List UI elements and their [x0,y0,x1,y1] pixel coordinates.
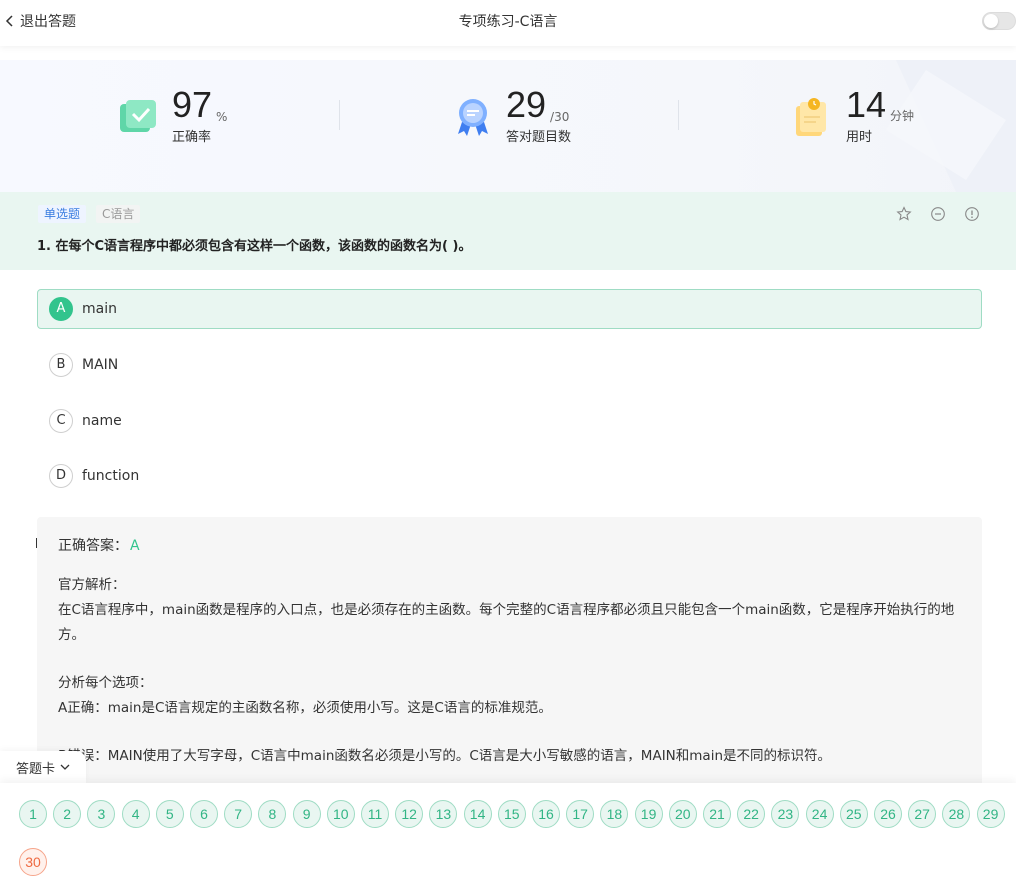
option-text: function [82,468,140,484]
question-number-26[interactable]: 26 [874,800,902,828]
question-number-2[interactable]: 2 [53,800,82,828]
question-number-10[interactable]: 10 [326,800,355,828]
question-number-17[interactable]: 17 [566,800,595,828]
question-number-12[interactable]: 12 [395,800,424,828]
stat-value: 29 [506,84,547,125]
check-card-icon [120,100,156,132]
option-letter: D [49,464,73,488]
question-number-7[interactable]: 7 [224,800,253,828]
option-letter: B [49,353,73,377]
question-number-18[interactable]: 18 [600,800,629,828]
option-d[interactable]: D function [37,456,982,496]
question-number-25[interactable]: 25 [839,800,868,828]
question-number-13[interactable]: 13 [429,800,458,828]
info-circle-icon[interactable] [964,206,980,222]
question-number-29[interactable]: 29 [976,800,1005,828]
question-number-30[interactable]: 30 [19,848,47,876]
top-bar: 退出答题 专项练习-C语言 [0,0,1016,46]
question-number-27[interactable]: 27 [908,800,937,828]
question-number-21[interactable]: 21 [703,800,731,828]
question-number-3[interactable]: 3 [87,800,116,828]
page-title: 专项练习-C语言 [458,14,558,30]
stat-unit: 分钟 [890,109,915,123]
explanation: 官方解析： 在C语言程序中，main函数是程序的入口点，也是必须存在的主函数。每… [58,573,963,769]
stat-time: 14 分钟 用时 [792,86,914,145]
answer-card-toggle[interactable]: 答题卡 [0,751,86,783]
question-text: 1. 在每个C语言程序中都必须包含有这样一个函数，该函数的函数名为( )。 [37,239,472,254]
minus-circle-icon[interactable] [930,206,946,222]
option-letter: A [49,297,73,321]
question-header: 单选题 C语言 1. 在每个C语言程序中都必须包含有这样一个函数，该函数的函数名… [0,192,1016,270]
stat-accuracy: 97% 正确率 [118,86,227,145]
correct-answer-label: 正确答案： [58,538,128,554]
stat-unit: /30 [550,110,570,124]
clock-clipboard-icon [796,98,826,136]
question-number-8[interactable]: 8 [258,800,287,828]
analysis-panel: 正确答案： A 官方解析： 在C语言程序中，main函数是程序的入口点，也是必须存… [37,517,982,787]
question-number-28[interactable]: 28 [942,800,971,828]
option-text: name [82,413,122,429]
answer-card: 答题卡 1 2 3 4 5 6 7 8 9 10 11 12 13 14 15 16 17 18 19 20 21 22 2… [0,751,1016,896]
question-number-1[interactable]: 1 [19,800,47,828]
question-number-20[interactable]: 20 [668,800,697,828]
question-type-tag: 单选题 [38,205,87,223]
mode-toggle[interactable] [982,12,1016,30]
options-title: 分析每个选项： [58,675,153,691]
official-text: 在C语言程序中，main函数是程序的入口点，也是必须存在的主函数。每个完整的C语… [58,602,955,643]
question-number-22[interactable]: 22 [737,800,766,828]
option-b[interactable]: B MAIN [37,345,982,385]
question-number-5[interactable]: 5 [155,800,184,828]
divider [339,100,340,130]
option-a-analysis: A正确：main是C语言规定的主函数名称，必须使用小写。这是C语言的标准规范。 [58,700,552,716]
option-text: main [82,301,117,317]
stat-label: 正确率 [172,130,212,145]
question-number-16[interactable]: 16 [532,800,560,828]
question-number-19[interactable]: 19 [634,800,663,828]
question-number-15[interactable]: 15 [497,800,526,828]
question-number-4[interactable]: 4 [121,800,150,828]
option-text: MAIN [82,357,119,373]
stat-label: 答对题目数 [506,130,572,145]
toggle-knob [984,14,998,28]
stat-label: 用时 [846,130,873,145]
divider [678,100,679,130]
answer-card-panel: 1 2 3 4 5 6 7 8 9 10 11 12 13 14 15 16 17 18 19 20 21 22 23 24 2… [0,783,1016,896]
stat-unit: % [216,110,228,124]
stat-value: 14 [846,84,887,125]
question-number-23[interactable]: 23 [771,800,800,828]
correct-answer-row: 正确答案： A [58,535,140,555]
question-category-tag: C语言 [96,205,141,223]
chevron-down-icon [60,764,70,770]
stats-band: 97% 正确率 29/30 答对题目数 14 分钟 用时 [0,60,1016,192]
question-number-14[interactable]: 14 [463,800,492,828]
option-c[interactable]: C name [37,401,982,441]
question-number-6[interactable]: 6 [190,800,218,828]
stat-correct-count: 29/30 答对题目数 [452,86,571,145]
stat-value: 97 [172,84,213,125]
star-icon[interactable] [896,206,912,222]
ribbon-badge-icon [458,99,488,136]
question-number-24[interactable]: 24 [805,800,834,828]
answer-card-label: 答题卡 [16,761,56,777]
question-number-9[interactable]: 9 [292,800,321,828]
question-actions [896,206,980,222]
question-number-11[interactable]: 11 [361,800,389,828]
option-a[interactable]: A main [37,289,982,329]
option-letter: C [49,409,73,433]
correct-answer-value: A [130,538,140,554]
official-title: 官方解析： [58,577,126,593]
